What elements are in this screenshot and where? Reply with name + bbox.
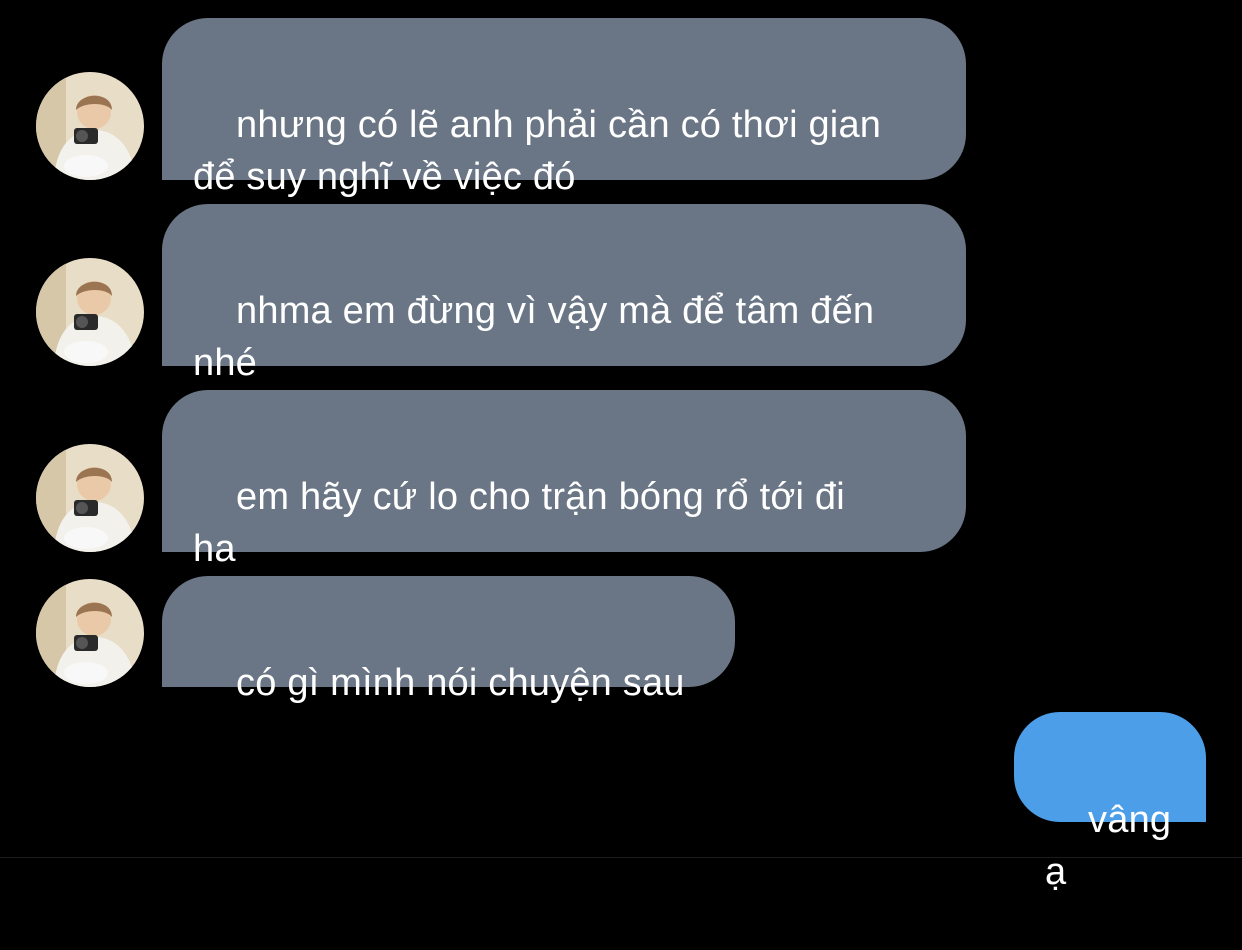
avatar[interactable] <box>36 258 144 366</box>
avatar-photo-icon <box>36 258 144 366</box>
message-bubble-outgoing[interactable]: vâng ạ <box>1014 712 1206 893</box>
message-text: có gì mình nói chuyện sau <box>236 662 685 704</box>
message-text: vâng ạ <box>1045 799 1182 893</box>
message-text: nhma em đừng vì vậy mà để tâm đến nhé <box>193 290 875 384</box>
avatar[interactable] <box>36 579 144 687</box>
message-bubble-incoming[interactable]: có gì mình nói chuyện sau <box>162 576 735 704</box>
divider <box>0 857 1242 858</box>
chat-thread: nhưng có lẽ anh phải cần có thơi gian để… <box>0 0 1242 893</box>
message-bubble-incoming[interactable]: em hãy cứ lo cho trận bóng rổ tới đi ha <box>162 390 966 570</box>
message-bubble-incoming[interactable]: nhma em đừng vì vậy mà để tâm đến nhé <box>162 204 966 384</box>
avatar-photo-icon <box>36 579 144 687</box>
message-bubble-incoming[interactable]: nhưng có lẽ anh phải cần có thơi gian để… <box>162 18 966 198</box>
avatar[interactable] <box>36 444 144 552</box>
message-text: em hãy cứ lo cho trận bóng rổ tới đi ha <box>193 476 845 570</box>
message-text: nhưng có lẽ anh phải cần có thơi gian để… <box>193 104 882 198</box>
avatar-photo-icon <box>36 72 144 180</box>
avatar-photo-icon <box>36 444 144 552</box>
avatar[interactable] <box>36 72 144 180</box>
